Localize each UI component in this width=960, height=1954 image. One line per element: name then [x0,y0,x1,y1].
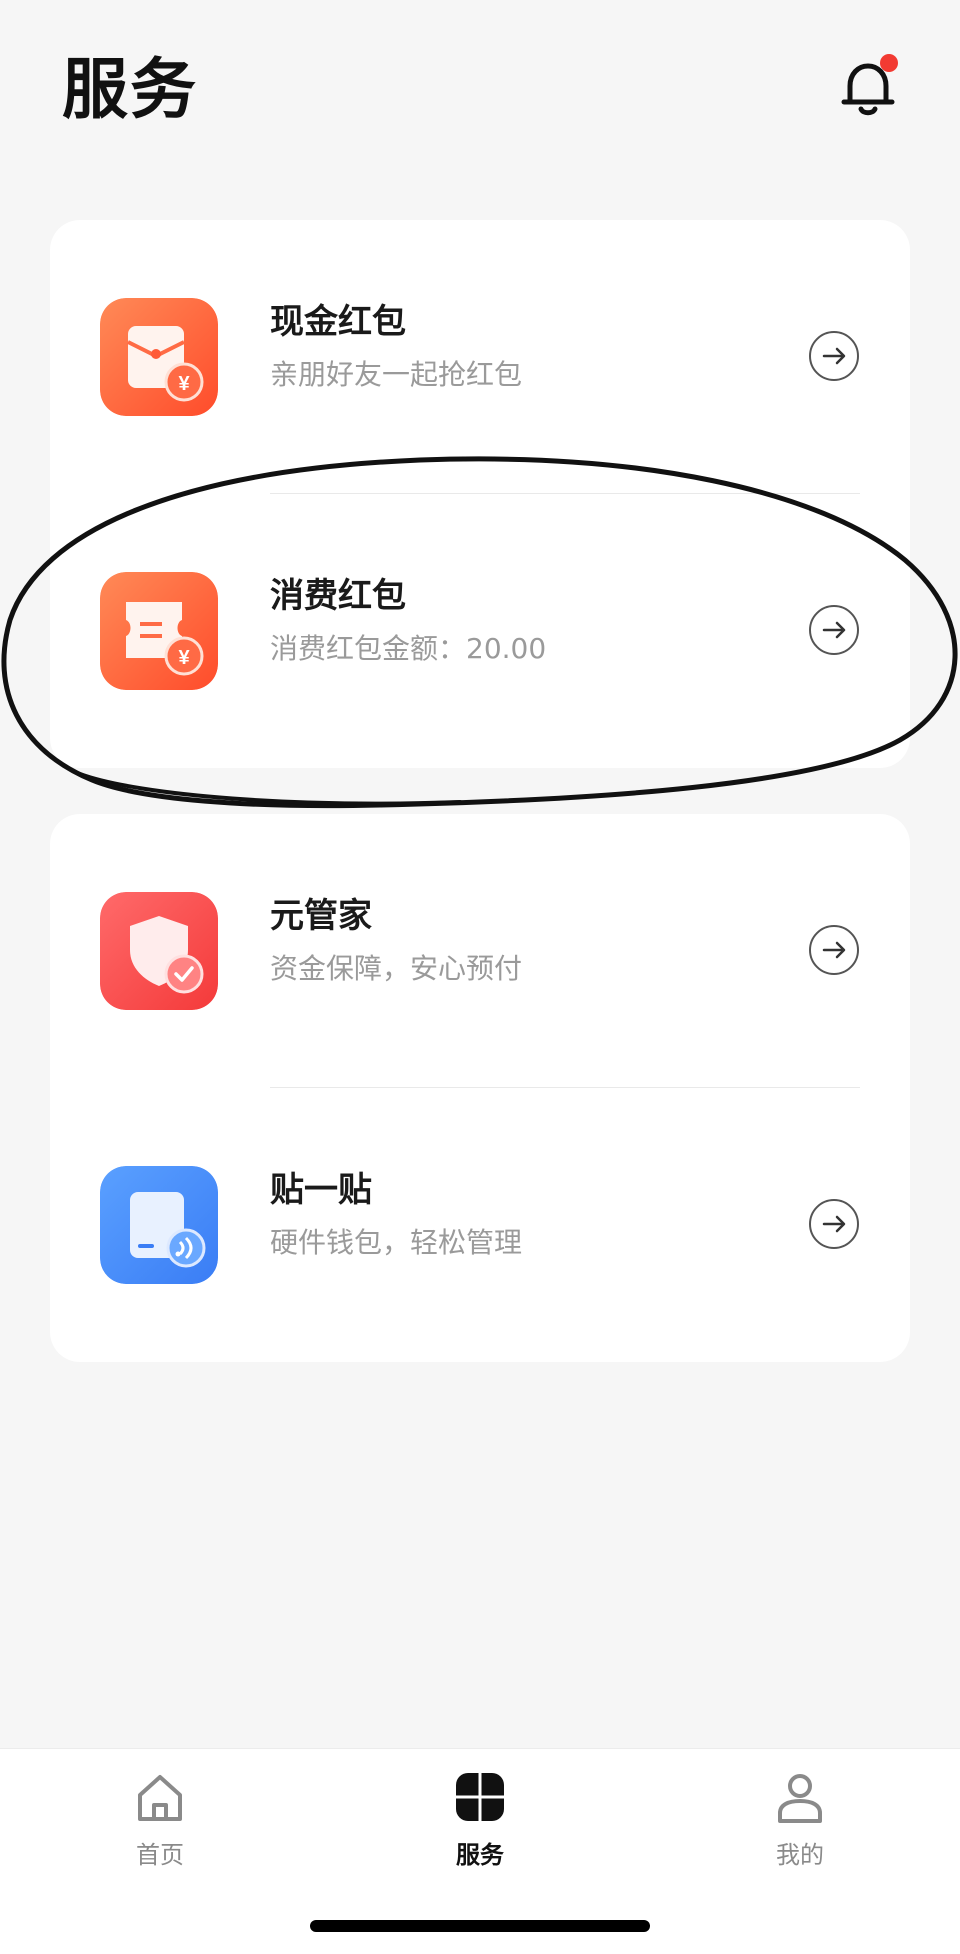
service-name: 贴一贴 [270,1170,372,1210]
unread-badge [880,54,898,72]
home-icon [138,1775,182,1821]
service-item-tie-yi-tie[interactable]: 贴一贴 硬件钱包，轻松管理 [50,1088,910,1362]
svg-text:¥: ¥ [178,647,190,669]
nfc-wallet-icon [100,1166,218,1284]
home-indicator[interactable] [310,1920,650,1932]
tab-home[interactable]: 首页 [80,1767,240,1887]
service-description: 亲朋好友一起抢红包 [270,358,523,391]
notification-button[interactable] [832,52,904,124]
arrow-right-icon[interactable] [808,604,860,656]
service-description: 资金保障，安心预付 [270,952,523,985]
page-title: 服务 [62,51,198,128]
shield-check-icon [100,892,218,1010]
cash-red-envelope-icon: ¥ [100,298,218,416]
tab-label: 服务 [456,1841,504,1869]
tab-label: 我的 [776,1841,824,1869]
svg-text:¥: ¥ [178,373,190,395]
service-card-group-2: 元管家 资金保障，安心预付 贴一贴 硬件钱包，轻松管理 [50,814,910,1362]
service-item-cash-red-envelope[interactable]: ¥ 现金红包 亲朋好友一起抢红包 [50,220,910,494]
service-card-group-1: ¥ 现金红包 亲朋好友一起抢红包 ¥ 消费红包 消费红包金额：20.00 [50,220,910,768]
user-icon [778,1774,822,1823]
service-item-consumption-red-envelope[interactable]: ¥ 消费红包 消费红包金额：20.00 [50,494,910,768]
arrow-right-icon[interactable] [808,924,860,976]
service-description: 消费红包金额：20.00 [270,632,547,665]
arrow-right-icon[interactable] [808,330,860,382]
service-item-yuan-guanjia[interactable]: 元管家 资金保障，安心预付 [50,814,910,1088]
service-name: 现金红包 [270,302,406,342]
service-description: 硬件钱包，轻松管理 [270,1226,523,1259]
services-page: 服务 ¥ 现金红包 亲朋好友一起抢红包 ¥ 消费红包 消费红包金额：20.00 … [0,0,960,1954]
tab-services[interactable]: 服务 [400,1767,560,1887]
service-name: 元管家 [270,896,372,936]
consumption-red-envelope-icon: ¥ [100,572,218,690]
tab-label: 首页 [136,1841,184,1869]
four-leaf-icon [454,1771,506,1823]
tab-mine[interactable]: 我的 [720,1767,880,1887]
service-name: 消费红包 [270,576,406,616]
arrow-right-icon[interactable] [808,1198,860,1250]
